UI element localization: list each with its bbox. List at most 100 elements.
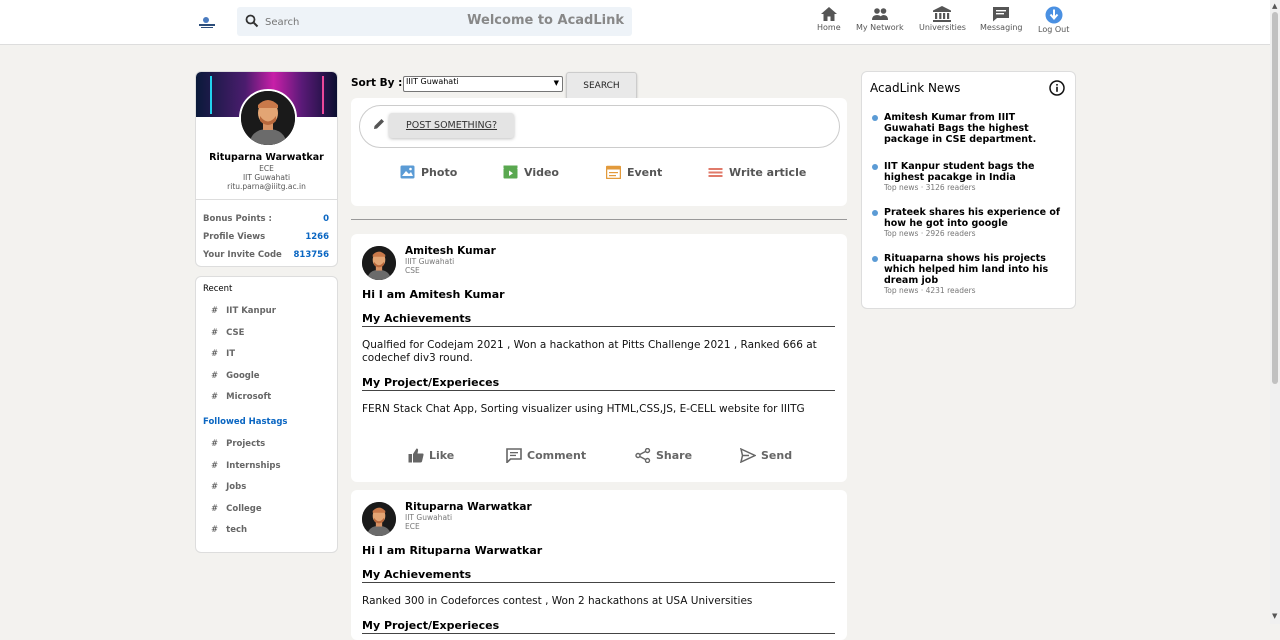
tag-label: College: [226, 504, 262, 514]
sort-bar: Sort By : IIIT Guwahati ▼ SEARCH: [351, 72, 847, 100]
achievements-heading: My Achievements: [362, 312, 835, 327]
news-item[interactable]: Amitesh Kumar from IIIT Guwahati Bags th…: [872, 112, 1066, 145]
recent-tag[interactable]: # Microsoft: [211, 392, 271, 402]
share-icon: [635, 448, 651, 463]
news-card: AcadLink News Amitesh Kumar from IIIT Gu…: [861, 71, 1076, 309]
university-icon: [933, 6, 952, 22]
profile-email: ritu.parna@iiitg.ac.in: [227, 182, 306, 191]
recent-tag[interactable]: # IT: [211, 349, 235, 359]
share-option-label: Event: [627, 165, 663, 179]
followed-tag[interactable]: # College: [211, 504, 262, 514]
stat-value: 813756: [293, 250, 330, 260]
post-author-college: IIT Guwahati: [405, 513, 453, 522]
stat-bonus-points: Bonus Points : 0: [203, 214, 329, 224]
nav-log-out-label: Log Out: [1038, 25, 1070, 34]
followed-tag[interactable]: # Internships: [211, 461, 281, 471]
nav-universities[interactable]: Universities: [919, 6, 966, 32]
info-icon[interactable]: [1049, 80, 1065, 100]
profile-card: Rituparna Warwatkar ECE IIT Guwahati rit…: [195, 71, 338, 267]
achievements-text: Ranked 300 in Codeforces contest , Won 2…: [362, 595, 753, 607]
comment-button[interactable]: Comment: [506, 448, 586, 463]
share-video-button[interactable]: Video: [503, 165, 559, 179]
tag-label: Microsoft: [226, 392, 272, 402]
bullet-icon: [872, 164, 878, 170]
news-meta: Top news · 2926 readers: [884, 229, 976, 238]
sort-label: Sort By :: [351, 77, 403, 89]
followed-hashtags-title[interactable]: Followed Hastags: [203, 417, 287, 427]
projects-text: FERN Stack Chat App, Sorting visualizer …: [362, 403, 805, 415]
stat-label: Bonus Points :: [203, 214, 272, 224]
followed-tag[interactable]: # tech: [211, 525, 247, 535]
nav-home-label: Home: [817, 23, 841, 32]
nav-home[interactable]: Home: [817, 6, 841, 32]
global-search[interactable]: Welcome to AcadLink: [237, 7, 632, 36]
post-greeting: Hi I am Amitesh Kumar: [362, 288, 505, 301]
news-headline: Amitesh Kumar from IIIT Guwahati Bags th…: [884, 112, 1037, 145]
avatar[interactable]: [239, 89, 297, 147]
tag-label: CSE: [226, 328, 245, 338]
share-write-article-button[interactable]: Write article: [708, 165, 806, 179]
search-icon: [245, 13, 259, 32]
post-input-pill[interactable]: POST SOMETHING?: [359, 105, 840, 148]
followed-tag[interactable]: # Jobs: [211, 482, 246, 492]
nav-messaging[interactable]: Messaging: [980, 6, 1023, 32]
recent-tag[interactable]: # Google: [211, 371, 260, 381]
welcome-text: Welcome to AcadLink: [467, 13, 624, 28]
nav-universities-label: Universities: [919, 23, 966, 32]
page-scrollbar[interactable]: ▲ ▼: [1270, 0, 1280, 624]
scroll-down-icon[interactable]: ▼: [1272, 612, 1277, 620]
tag-label: Jobs: [226, 482, 247, 492]
post-greeting: Hi I am Rituparna Warwatkar: [362, 544, 543, 557]
tag-label: Google: [226, 371, 260, 381]
pencil-icon: [372, 116, 386, 135]
nav-my-network[interactable]: My Network: [856, 6, 904, 32]
send-button[interactable]: Send: [740, 448, 792, 463]
post-author[interactable]: Amitesh Kumar: [405, 245, 496, 257]
stat-value: 1266: [305, 232, 329, 242]
network-icon: [871, 8, 888, 20]
recent-tag[interactable]: # IIT Kanpur: [211, 306, 276, 316]
share-event-button[interactable]: Event: [606, 165, 662, 179]
share-option-label: Photo: [421, 165, 458, 179]
nav-my-network-label: My Network: [856, 23, 904, 32]
stat-profile-views[interactable]: Profile Views 1266: [203, 232, 329, 242]
profile-college: IIT Guwahati: [242, 173, 291, 182]
search-button[interactable]: SEARCH: [566, 72, 637, 100]
news-item[interactable]: IIT Kanpur student bags the highest paca…: [872, 161, 1066, 192]
profile-name[interactable]: Rituparna Warwatkar: [196, 152, 337, 163]
scroll-up-icon[interactable]: ▲: [1272, 2, 1277, 10]
stat-label: Your Invite Code: [203, 250, 282, 260]
news-item[interactable]: Prateek shares his experience of how he …: [872, 207, 1066, 238]
sort-selected-value: IIIT Guwahati: [406, 77, 459, 86]
avatar[interactable]: [362, 246, 396, 280]
recent-card: Recent # IIT Kanpur # CSE # IT # Google # Mic…: [195, 276, 338, 553]
feed-post: Amitesh Kumar IIIT Guwahati CSE Hi I am …: [351, 234, 847, 482]
like-button[interactable]: Like: [408, 448, 454, 463]
chevron-down-icon: ▼: [553, 79, 559, 87]
top-navbar: Welcome to AcadLink Home My Network Univ…: [0, 0, 1270, 45]
feed-divider: [351, 219, 847, 220]
scrollbar-thumb[interactable]: [1272, 12, 1278, 384]
projects-heading: My Project/Experieces: [362, 619, 835, 634]
sort-select[interactable]: IIIT Guwahati ▼: [403, 76, 563, 92]
avatar[interactable]: [362, 502, 396, 536]
post-something-button[interactable]: POST SOMETHING?: [389, 113, 514, 138]
recent-tag[interactable]: # CSE: [211, 328, 244, 338]
followed-tag[interactable]: # Projects: [211, 439, 265, 449]
profile-branch: ECE: [259, 164, 274, 173]
share-photo-button[interactable]: Photo: [400, 165, 457, 179]
video-icon: [503, 165, 518, 179]
news-meta: Top news · 4231 readers: [884, 286, 976, 295]
nav-log-out[interactable]: Log Out: [1038, 6, 1069, 34]
stat-invite-code: Your Invite Code 813756: [203, 250, 329, 260]
search-input[interactable]: [263, 12, 467, 32]
tag-label: Projects: [226, 439, 266, 449]
action-label: Like: [429, 449, 455, 462]
acadlink-logo[interactable]: [197, 14, 217, 30]
post-author[interactable]: Rituparna Warwatkar: [405, 501, 532, 513]
share-button[interactable]: Share: [635, 448, 692, 463]
news-item[interactable]: Rituaparna shows his projects which help…: [872, 253, 1066, 295]
feed-post: Rituparna Warwatkar IIT Guwahati ECE Hi …: [351, 490, 847, 640]
tag-label: Internships: [226, 461, 281, 471]
action-label: Send: [761, 449, 793, 462]
